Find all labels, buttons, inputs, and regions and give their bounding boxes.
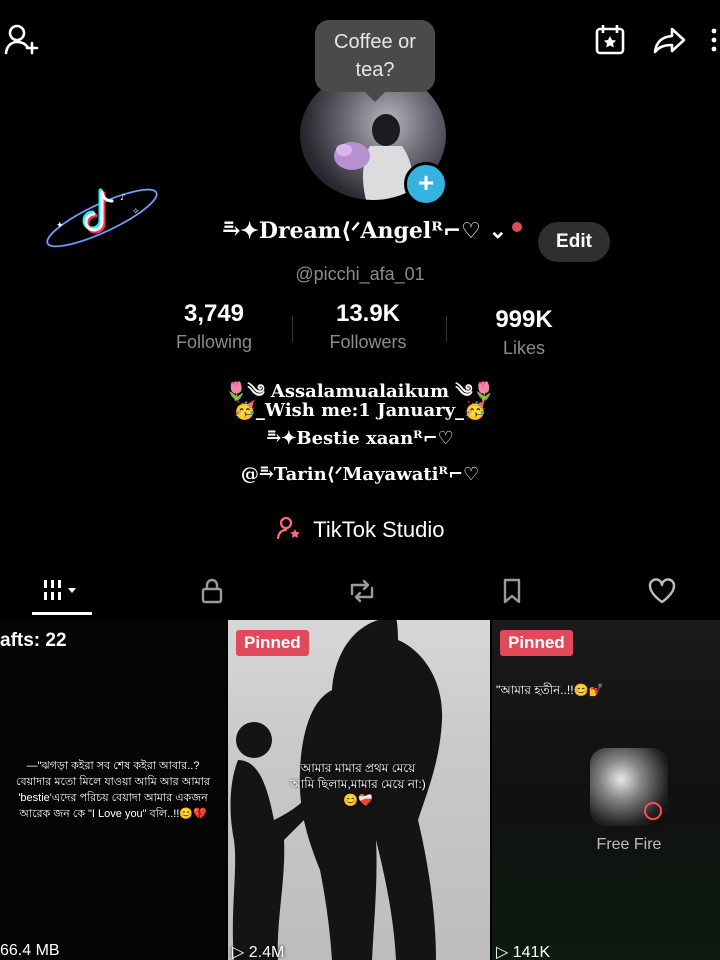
view-count: ▷ 2.4M xyxy=(232,944,285,960)
svg-text:✦: ✦ xyxy=(56,221,64,231)
username: @picchi_afa_01 xyxy=(295,264,425,284)
svg-text:♪: ♪ xyxy=(120,193,126,203)
stat-value: 13.9K xyxy=(335,300,401,327)
app-label: Free Fire xyxy=(596,836,662,853)
pinned-badge: Pinned xyxy=(236,630,309,656)
tab-liked[interactable] xyxy=(632,562,692,620)
add-story-button[interactable]: + xyxy=(404,162,448,206)
display-name: ⥱✦Dream⟨ᐟAngelᴿ⌐♡ ⌄ xyxy=(222,218,508,244)
studio-icon xyxy=(276,516,302,546)
tab-private[interactable] xyxy=(182,562,242,620)
stat-value: 3,749 xyxy=(183,300,245,327)
tab-saved[interactable] xyxy=(482,562,542,620)
calendar-star-icon[interactable] xyxy=(588,18,632,62)
tab-reposts[interactable] xyxy=(332,562,392,620)
video-tile[interactable]: Pinned আমার মামার প্রথম মেয়ে আমি ছিলাম,… xyxy=(228,620,490,960)
stat-label: Followers xyxy=(329,332,407,352)
share-icon[interactable] xyxy=(648,18,692,62)
bio-mention[interactable]: @⥱Tarin⟨ᐟMayawatiᴿ⌐♡ xyxy=(0,464,720,485)
video-grid: afts: 22 —"ঝগড়া কইরা সব শেষ কইরা আবার..… xyxy=(0,620,720,960)
edit-profile-button[interactable]: Edit xyxy=(538,222,610,262)
free-fire-app-icon[interactable] xyxy=(590,748,668,826)
bio-line: 🥳_Wish me:1 January_🥳 xyxy=(233,400,487,421)
active-tab-indicator xyxy=(32,612,92,615)
video-caption: "আমার হতীন..!!😊💅 xyxy=(496,683,604,697)
stat-value: 999K xyxy=(495,306,553,333)
tiktok-logo: ✦ ✧ ♪ xyxy=(40,178,164,258)
tiktok-studio-link[interactable]: TikTok Studio xyxy=(0,516,720,546)
bio-line: ⥱✦Bestie xaanᴿ⌐♡ xyxy=(266,428,454,449)
drafts-tile[interactable]: afts: 22 —"ঝগড়া কইরা সব শেষ কইরা আবার..… xyxy=(0,620,226,960)
stat-divider xyxy=(292,316,293,342)
add-friend-icon[interactable] xyxy=(0,18,44,62)
svg-text:✧: ✧ xyxy=(132,207,140,217)
tooltip-bubble[interactable]: Coffee or tea? xyxy=(315,20,435,102)
notification-dot xyxy=(512,222,522,232)
stat-following[interactable]: 3,749 Following xyxy=(144,300,284,353)
stat-likes[interactable]: 999K Likes xyxy=(454,306,594,359)
video-size: 66.4 MB xyxy=(0,942,60,959)
drafts-count: afts: 22 xyxy=(0,630,67,651)
video-caption: —"ঝগড়া কইরা সব শেষ কইরা আবার..? বেয়াদা… xyxy=(16,760,210,820)
stat-label: Following xyxy=(175,332,253,352)
profile-tabs xyxy=(0,562,720,620)
video-caption: আমার মামার প্রথম মেয়ে আমি ছিলাম,মামার ম… xyxy=(290,761,426,807)
pinned-badge: Pinned xyxy=(500,630,573,656)
studio-label: TikTok Studio xyxy=(313,517,445,542)
stat-followers[interactable]: 13.9K Followers xyxy=(298,300,438,353)
stat-divider xyxy=(446,316,447,342)
stat-label: Likes xyxy=(502,338,546,358)
more-menu-icon[interactable] xyxy=(704,18,720,62)
view-count: ▷ 141K xyxy=(496,944,551,960)
video-tile[interactable]: Pinned "আমার হতীন..!!😊💅 Free Fire ▷ 141K xyxy=(492,620,720,960)
